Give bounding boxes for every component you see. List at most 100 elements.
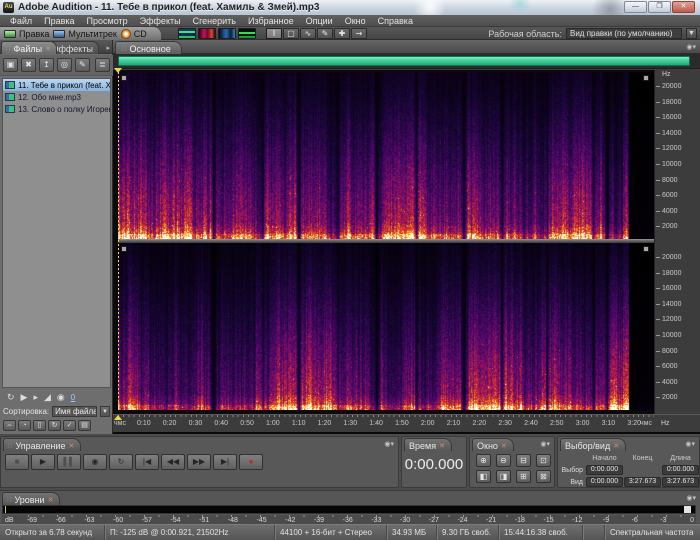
- menu-item-4[interactable]: Эффекты: [134, 16, 187, 26]
- time-field[interactable]: 0:00.000: [586, 465, 623, 475]
- close-icon[interactable]: ✕: [48, 496, 54, 504]
- pause-button[interactable]: ▌▌: [57, 454, 81, 470]
- fast-forward-button[interactable]: ▶▶: [187, 454, 211, 470]
- minimize-button[interactable]: —: [624, 1, 647, 13]
- stop-button[interactable]: ■: [5, 454, 29, 470]
- preview-volume-value[interactable]: 0: [71, 393, 75, 402]
- rewind-button[interactable]: ◀◀: [161, 454, 185, 470]
- file-list-item[interactable]: 13. Слово о полку Игореве (11: [3, 103, 110, 115]
- close-icon[interactable]: ✕: [69, 442, 75, 450]
- channel-corner-icon[interactable]: [121, 75, 127, 81]
- zoom-right-edge-button[interactable]: ◨: [496, 470, 511, 483]
- zoom-panel-tab[interactable]: Окно ✕: [472, 438, 514, 451]
- loop-play-icon[interactable]: ↻: [7, 391, 15, 403]
- zoom-in-horizontal-button[interactable]: ⊕: [476, 454, 491, 467]
- spectral-frequency-view-button[interactable]: [198, 28, 216, 39]
- time-panel-tab[interactable]: Время ✕: [404, 438, 452, 451]
- zoom-left-edge-button[interactable]: ◧: [476, 470, 491, 483]
- menu-item-9[interactable]: Справка: [372, 16, 419, 26]
- close-file-icon[interactable]: ✖: [21, 58, 36, 72]
- panel-menu-button[interactable]: ◉▾: [686, 494, 696, 502]
- spectral-display[interactable]: Hz 2000018000160001400012000100008000600…: [113, 70, 700, 434]
- show-video-files-toggle[interactable]: ▯: [33, 420, 46, 431]
- go-to-end-button[interactable]: ▶|: [213, 454, 237, 470]
- panel-menu-button[interactable]: ◉▾: [685, 440, 695, 448]
- transport-panel-tab[interactable]: ∷ Управление ✕: [3, 438, 81, 451]
- menu-item-7[interactable]: Опции: [300, 16, 339, 26]
- playhead-marker-top[interactable]: [114, 68, 122, 73]
- panel-menu-button[interactable]: ◉▾: [686, 43, 696, 51]
- edit-file-icon[interactable]: ✎: [75, 58, 90, 72]
- menu-item-1[interactable]: Файл: [4, 16, 38, 26]
- frequency-ruler[interactable]: Hz 2000018000160001400012000100008000600…: [654, 70, 700, 414]
- chevron-down-icon[interactable]: ▼: [100, 406, 110, 417]
- menu-item-6[interactable]: Избранное: [242, 16, 300, 26]
- tab-main[interactable]: ∷ Основное: [115, 41, 182, 54]
- time-ruler[interactable]: Hz 0:100:200:300:400:501:001:101:201:301…: [113, 414, 700, 432]
- clip-indicator[interactable]: [684, 506, 691, 513]
- overview-range-bar[interactable]: [118, 56, 690, 66]
- spectrogram-right-channel[interactable]: [118, 243, 654, 410]
- tab-overflow-icon[interactable]: ▸: [106, 44, 110, 52]
- effects-paintbrush-tool[interactable]: ✎: [317, 28, 333, 39]
- zoom-in-vertical-button[interactable]: ⊞: [516, 470, 531, 483]
- zoom-out-horizontal-button[interactable]: ⊖: [496, 454, 511, 467]
- edit-view-button[interactable]: Правка: [4, 28, 49, 39]
- file-list[interactable]: 11. Тебе в прикол (feat. Хамиль12. Обо м…: [2, 78, 111, 388]
- time-display[interactable]: 0:00.000: [402, 456, 466, 473]
- close-button[interactable]: ✕: [672, 1, 695, 13]
- import-file-icon[interactable]: ▣: [3, 58, 18, 72]
- close-icon[interactable]: ✕: [613, 442, 619, 450]
- restore-button[interactable]: ❐: [648, 1, 671, 13]
- play-looped-button[interactable]: ↻: [109, 454, 133, 470]
- title-bar[interactable]: Au Adobe Audition - 11. Тебе в прикол (f…: [0, 0, 700, 15]
- volume-knob-icon[interactable]: ◉: [57, 391, 65, 403]
- zoom-out-vertical-button[interactable]: ⊠: [536, 470, 551, 483]
- menu-item-3[interactable]: Просмотр: [81, 16, 134, 26]
- play-button[interactable]: ▶: [31, 454, 55, 470]
- menu-item-5[interactable]: Сгенерить: [187, 16, 242, 26]
- chevron-down-icon[interactable]: ▼: [686, 28, 697, 39]
- spectrogram-left-channel[interactable]: [118, 72, 654, 239]
- panel-menu-button[interactable]: ◉▾: [540, 440, 550, 448]
- time-field[interactable]: 3:27.673: [662, 477, 699, 487]
- playhead-cursor[interactable]: [118, 72, 119, 410]
- tab-files[interactable]: ∷ Файлы ✕: [1, 41, 57, 54]
- cd-view-button[interactable]: CD: [121, 28, 147, 39]
- level-meter[interactable]: [2, 505, 696, 514]
- lasso-selection-tool[interactable]: ∿: [300, 28, 316, 39]
- channel-corner-icon[interactable]: [121, 246, 127, 252]
- expand-icon[interactable]: ▸: [33, 391, 38, 403]
- playhead-marker-bottom[interactable]: [114, 415, 122, 420]
- levels-panel-tab[interactable]: ∷ Уровни ✕: [2, 492, 60, 505]
- waveform-view-button[interactable]: [178, 28, 196, 39]
- multitrack-view-button[interactable]: Мультитрек: [53, 28, 116, 39]
- show-loop-files-toggle[interactable]: ↻: [48, 420, 61, 431]
- panel-menu-button[interactable]: ◉▾: [384, 440, 394, 448]
- close-icon[interactable]: ✕: [501, 442, 507, 450]
- scrub-tool[interactable]: ⇝: [351, 28, 367, 39]
- sort-select[interactable]: Имя файла: [52, 406, 97, 417]
- insert-multitrack-icon[interactable]: ↥: [39, 58, 54, 72]
- record-button[interactable]: ●: [239, 454, 263, 470]
- zoom-full-button[interactable]: ⊟: [516, 454, 531, 467]
- channel-corner-icon[interactable]: [643, 75, 649, 81]
- file-list-item[interactable]: 12. Обо мне.mp3: [3, 91, 110, 103]
- menu-item-8[interactable]: Окно: [339, 16, 372, 26]
- time-field[interactable]: 0:00.000: [586, 477, 623, 487]
- time-field[interactable]: 0:00.000: [662, 465, 699, 475]
- spot-healing-brush-tool[interactable]: ✚: [334, 28, 350, 39]
- volume-ramp-icon[interactable]: ◢: [44, 391, 51, 403]
- close-icon[interactable]: ✕: [439, 442, 445, 450]
- show-waveform-files-toggle[interactable]: ⇔: [3, 420, 16, 431]
- show-session-files-toggle[interactable]: ◔: [18, 420, 31, 431]
- selection-panel-tab[interactable]: Выбор/вид ✕: [560, 438, 626, 451]
- spectral-pan-view-button[interactable]: [218, 28, 236, 39]
- insert-cd-icon[interactable]: ◎: [57, 58, 72, 72]
- time-field[interactable]: 3:27.673: [624, 477, 661, 487]
- channel-corner-icon[interactable]: [643, 246, 649, 252]
- menu-item-2[interactable]: Правка: [38, 16, 80, 26]
- close-icon[interactable]: ✕: [45, 45, 51, 53]
- play-from-cursor-button[interactable]: ◉: [83, 454, 107, 470]
- follow-session-toggle[interactable]: ▤: [78, 420, 91, 431]
